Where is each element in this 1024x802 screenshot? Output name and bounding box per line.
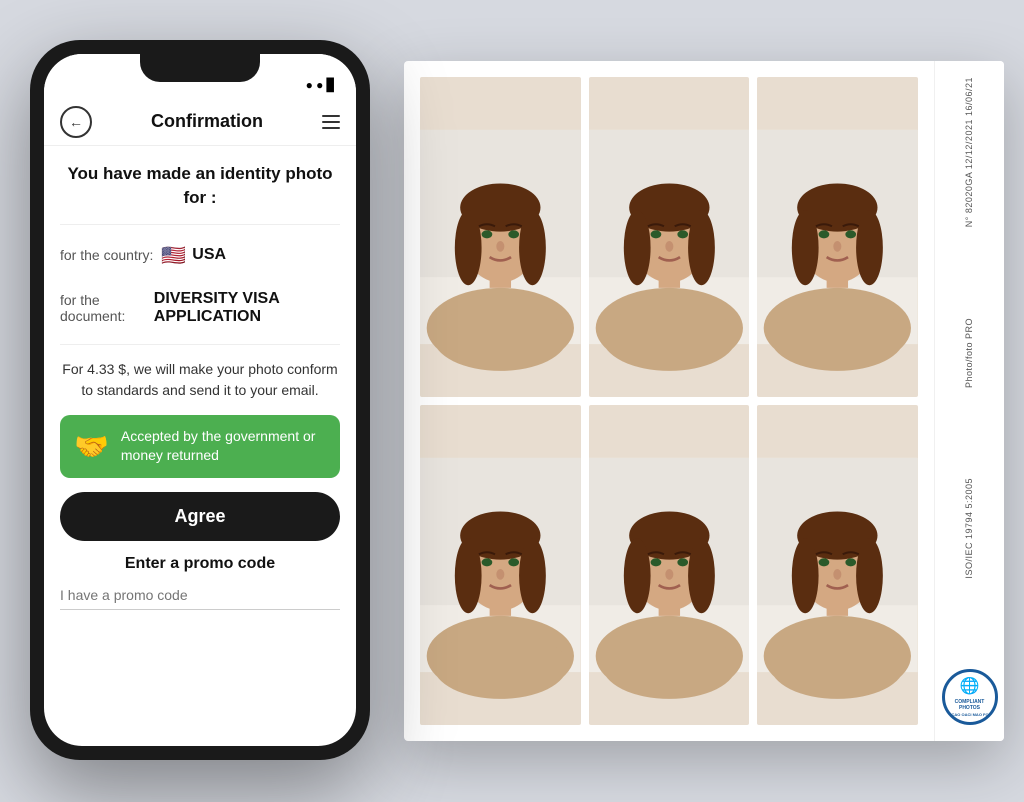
screen-content: You have made an identity photo for : fo… (44, 146, 356, 746)
compliant-stamp: 🌐 COMPLIANT PHOTOS ICAO OACI MAO FO (942, 669, 998, 725)
status-icons: ● ● ▊ (306, 78, 336, 92)
promo-title: Enter a promo code (60, 555, 340, 573)
pricing-text: For 4.33 $, we will make your photo conf… (60, 359, 340, 401)
country-name: USA (192, 246, 226, 264)
flag-icon: 🇺🇸 (161, 243, 186, 268)
sidebar-iso-text: ISO/IEC 19794 5:2005 (964, 478, 976, 579)
agree-button[interactable]: Agree (60, 492, 340, 541)
photo-cell-3 (757, 77, 918, 397)
phone-notch (140, 54, 260, 82)
menu-button[interactable] (322, 115, 340, 129)
divider-1 (60, 224, 340, 225)
sidebar-brand-text: Photo/foto PRO (964, 318, 976, 388)
promo-section: Enter a promo code (60, 555, 340, 610)
photo-sheet: N° 82020GA 12/12/2021 16/06/21 Photo/fot… (404, 61, 1004, 741)
photo-cell-4 (420, 405, 581, 725)
nav-bar: ← Confirmation (44, 98, 356, 146)
menu-line-3 (322, 127, 340, 129)
menu-line-1 (322, 115, 340, 117)
nav-title: Confirmation (151, 111, 263, 132)
photo-cell-6 (757, 405, 918, 725)
stamp-sub-text: ICAO OACI MAO FO (950, 712, 988, 717)
country-label: for the country: (60, 247, 153, 263)
back-button[interactable]: ← (60, 106, 92, 138)
guarantee-banner: 🤝 Accepted by the government or money re… (60, 415, 340, 478)
photo-sidebar: N° 82020GA 12/12/2021 16/06/21 Photo/fot… (934, 61, 1004, 741)
menu-line-2 (322, 121, 340, 123)
guarantee-text: Accepted by the government or money retu… (121, 427, 326, 466)
phone-screen: ● ● ▊ ← Confirmation You have made an id… (44, 54, 356, 746)
country-row: for the country: 🇺🇸 USA (60, 239, 340, 272)
document-row: for the document: DIVERSITY VISA APPLICA… (60, 286, 340, 330)
headline: You have made an identity photo for : (60, 162, 340, 210)
document-label: for the document: (60, 292, 146, 324)
stamp-text: COMPLIANT PHOTOS (949, 699, 991, 712)
photo-cell-5 (589, 405, 750, 725)
country-value: 🇺🇸 USA (161, 243, 226, 268)
document-name: DIVERSITY VISA APPLICATION (154, 290, 340, 326)
globe-icon: 🌐 (960, 677, 980, 696)
photo-cell-1 (420, 77, 581, 397)
divider-2 (60, 344, 340, 345)
handshake-icon: 🤝 (74, 430, 109, 463)
scene: N° 82020GA 12/12/2021 16/06/21 Photo/fot… (0, 0, 1024, 802)
phone: ● ● ▊ ← Confirmation You have made an id… (30, 40, 370, 760)
promo-input[interactable] (60, 581, 340, 610)
sidebar-number-text: N° 82020GA 12/12/2021 16/06/21 (964, 77, 976, 227)
photo-cell-2 (589, 77, 750, 397)
photo-grid (404, 61, 934, 741)
